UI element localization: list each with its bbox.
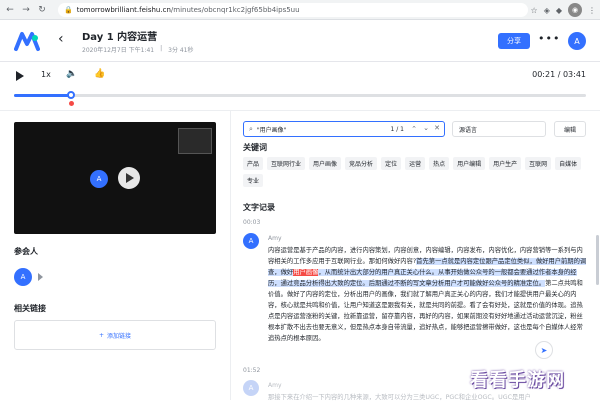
arrow-left-icon[interactable]: ← (4, 4, 16, 16)
playback-speed[interactable]: 1x (41, 70, 51, 79)
meeting-duration: 3分 41秒 (168, 47, 194, 54)
back-chevron-icon[interactable]: ‹ (58, 31, 64, 47)
url-path: /minutes/obcnqr1kc2jgf65bb4ips5uu (170, 6, 300, 14)
speaker-name: Amy (268, 235, 282, 242)
transcript-title: 文字记录 (243, 203, 275, 212)
star-icon[interactable]: ☆ (531, 6, 538, 15)
tag-icon[interactable]: ◆ (556, 6, 562, 15)
keyword-chip[interactable]: 运营 (405, 157, 426, 170)
close-icon[interactable]: ✕ (434, 124, 440, 132)
transcript-paragraph[interactable]: 内容运营是基于产品的内容，进行内容策划，内容创意，内容编辑，内容发布，内容优化，… (268, 245, 588, 344)
timestamp[interactable]: 01:52 (243, 367, 260, 374)
video-avatar: A (90, 170, 108, 188)
header-divider (0, 110, 600, 111)
url-host: tomorrowbrilliant.feishu.cn (76, 6, 171, 14)
extension-icon[interactable]: ◈ (544, 6, 550, 15)
arrow-right-icon[interactable]: → (20, 4, 32, 16)
keyword-chip[interactable]: 产品 (243, 157, 264, 170)
keyword-list: 产品 互联网行业 用户画像 竞品分析 定位 运营 热点 用户编辑 用户生产 互联网 自媒体专业 (243, 157, 588, 187)
progress-handle[interactable] (67, 91, 76, 99)
keyword-chip[interactable]: 自媒体 (555, 157, 582, 170)
progress-fill (14, 94, 72, 97)
meeting-date: 2020年12月7日 下午1:41 (82, 47, 155, 54)
keyword-chip[interactable]: 用户生产 (489, 157, 522, 170)
add-link-button[interactable]: + 添加链接 (14, 320, 216, 350)
more-options-icon[interactable]: ••• (538, 32, 560, 45)
video-thumbnail (178, 128, 212, 154)
participants-title: 参会人 (14, 247, 38, 256)
keywords-title: 关键词 (243, 143, 267, 152)
search-hit-text: 用户画像 (293, 269, 319, 276)
chevron-up-icon[interactable]: ⌃ (411, 125, 417, 133)
language-select[interactable]: 源语言 (452, 121, 546, 137)
browser-menu-icon[interactable]: ⋮ (588, 6, 596, 15)
address-bar[interactable]: 🔒 tomorrowbrilliant.feishu.cn /minutes/o… (58, 3, 528, 17)
speaker-avatar: A (243, 380, 259, 396)
transcript-paragraph[interactable]: 那接下来在介绍一下内容的几种来源，大致可以分为三类UGC，PGC和企业OGC。U… (268, 392, 588, 402)
user-avatar[interactable]: A (568, 32, 586, 50)
share-button[interactable]: 分享 (498, 33, 530, 49)
transcript-scrollbar[interactable] (596, 235, 599, 285)
keyword-chip[interactable]: 热点 (429, 157, 450, 170)
participant-avatar[interactable]: A (14, 268, 32, 286)
search-hit-marker[interactable] (69, 101, 75, 106)
volume-icon[interactable]: 🔈 (66, 69, 77, 79)
edit-button[interactable]: 编辑 (554, 121, 586, 137)
video-play-icon[interactable] (118, 167, 140, 189)
speaker-name: Amy (268, 382, 282, 389)
meta-divider: | (160, 45, 163, 52)
keyword-chip[interactable]: 竞品分析 (345, 157, 378, 170)
audio-player: 1x 🔈 👍 00:21 / 03:41 (0, 62, 600, 110)
transcript-search[interactable]: ⌕ "用户画像" 1 / 1 ⌃ ⌄ ✕ (243, 121, 445, 137)
app-header: ‹ Day 1 内容运营 2020年12月7日 下午1:41 | 3分 41秒 … (0, 20, 600, 62)
feishu-logo-icon[interactable] (14, 30, 40, 52)
thumbs-up-icon[interactable]: 👍 (94, 69, 105, 79)
meeting-meta: 2020年12月7日 下午1:41 | 3分 41秒 (82, 45, 194, 54)
keyword-chip[interactable]: 定位 (381, 157, 402, 170)
add-link-label: 添加链接 (107, 332, 132, 340)
language-select-value: 源语言 (459, 126, 478, 134)
browser-profile-avatar[interactable]: ◉ (568, 3, 582, 17)
lock-icon: 🔒 (64, 6, 73, 14)
search-input[interactable]: "用户画像" (257, 125, 287, 134)
keyword-chip[interactable]: 互联网行业 (267, 157, 306, 170)
page-title: Day 1 内容运营 (82, 32, 158, 43)
search-icon: ⌕ (249, 124, 253, 133)
caret-right-icon[interactable] (38, 273, 43, 281)
keyword-chip[interactable]: 互联网 (525, 157, 552, 170)
keyword-chip[interactable]: 专业 (243, 174, 264, 187)
plus-icon: + (98, 331, 104, 339)
progress-track[interactable] (14, 91, 586, 106)
watermark: 看看手游网 (470, 370, 565, 391)
column-divider (230, 111, 231, 400)
locate-icon[interactable]: ➤ (535, 341, 553, 359)
keyword-chip[interactable]: 用户编辑 (453, 157, 486, 170)
browser-toolbar: ← → ↻ 🔒 tomorrowbrilliant.feishu.cn /min… (0, 0, 600, 20)
play-icon[interactable] (16, 71, 24, 81)
transcript-text: 第二点共鸣和价值。做好了内容的定位，分析出用户的画像，我们就了解用户真正关心的内… (268, 280, 583, 342)
chevron-down-icon[interactable]: ⌄ (423, 124, 429, 132)
video-preview[interactable]: A (14, 122, 216, 234)
playback-time: 00:21 / 03:41 (532, 70, 586, 79)
keyword-chip[interactable]: 用户画像 (309, 157, 342, 170)
search-count: 1 / 1 (390, 125, 404, 133)
timestamp[interactable]: 00:03 (243, 219, 260, 226)
reload-icon[interactable]: ↻ (36, 4, 48, 16)
related-links-title: 相关链接 (14, 304, 46, 313)
speaker-avatar: A (243, 233, 259, 249)
